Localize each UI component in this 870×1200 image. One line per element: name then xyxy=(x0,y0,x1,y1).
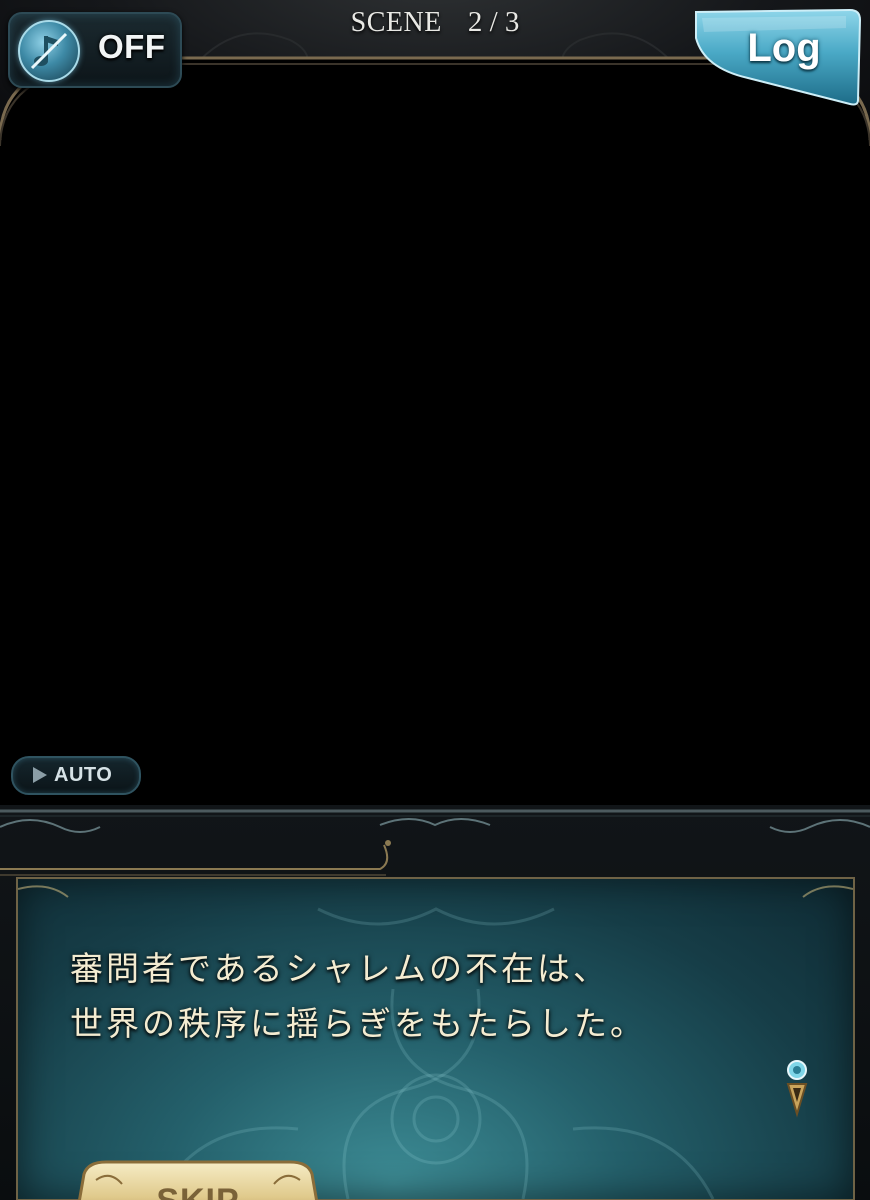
next-page-pendant-icon[interactable] xyxy=(784,1058,810,1118)
dialogue-text: 審問者であるシャレムの不在は、 世界の秩序に揺らぎをもたらした。 xyxy=(70,941,830,1051)
music-state-label: OFF xyxy=(98,28,166,65)
music-toggle-button[interactable]: OFF xyxy=(8,12,182,88)
viewport-arch-frame xyxy=(0,56,870,810)
skip-button-label: SKIP xyxy=(126,1182,270,1200)
game-screen: OFF SCENE 2 / 3 Log AUTO 審問者であるシャレムの不在は、… xyxy=(0,0,870,1200)
auto-button-label: AUTO xyxy=(54,764,113,786)
auto-button[interactable]: AUTO xyxy=(11,756,141,795)
play-triangle-icon xyxy=(33,767,47,783)
scene-viewport[interactable] xyxy=(0,0,870,810)
dialogue-line: 審問者であるシャレムの不在は、 xyxy=(70,949,610,988)
log-button-label: Log xyxy=(747,26,821,70)
scene-count: 2 / 3 xyxy=(467,6,520,38)
music-note-muted-icon xyxy=(18,20,80,82)
log-button[interactable]: Log xyxy=(688,8,862,106)
dialogue-panel: 審問者であるシャレムの不在は、 世界の秩序に揺らぎをもたらした。 xyxy=(0,805,870,1200)
scene-label: SCENE xyxy=(350,7,442,38)
skip-button[interactable]: SKIP xyxy=(66,1160,330,1200)
dialogue-box[interactable]: 審問者であるシャレムの不在は、 世界の秩序に揺らぎをもたらした。 xyxy=(16,877,855,1200)
scene-indicator: SCENE 2 / 3 xyxy=(300,6,570,46)
dialogue-line: 世界の秩序に揺らぎをもたらした。 xyxy=(70,1004,646,1043)
